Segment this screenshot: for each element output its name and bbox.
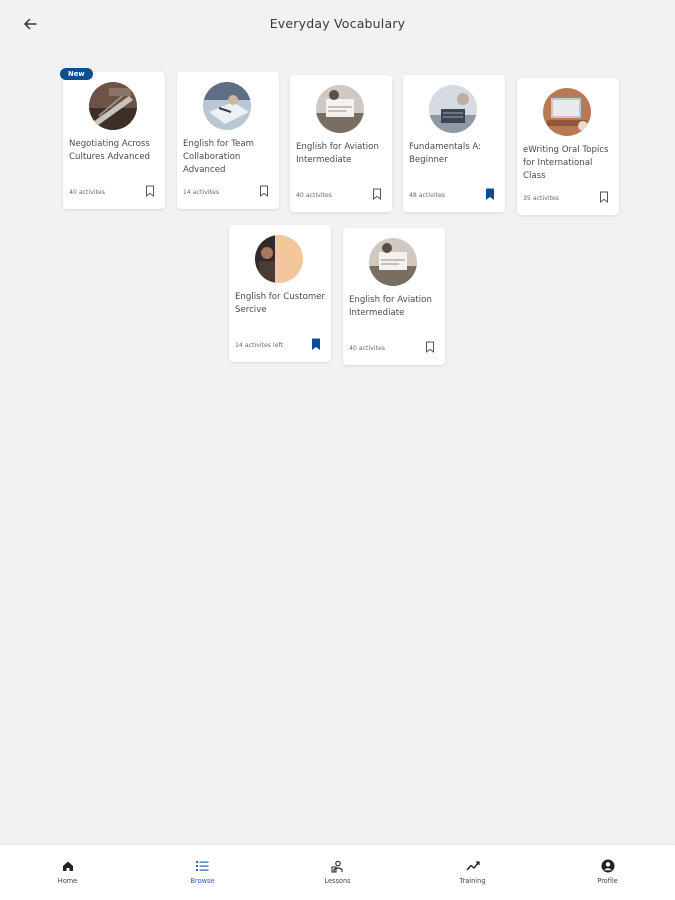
nav-home[interactable]: Home [0, 845, 135, 900]
course-thumbnail [203, 82, 251, 130]
nav-profile[interactable]: Profile [540, 845, 675, 900]
home-icon [61, 859, 75, 873]
new-badge: New [60, 68, 93, 80]
nav-label: Profile [597, 877, 618, 885]
nav-browse[interactable]: Browse [135, 845, 270, 900]
course-card[interactable]: English for Team Collaboration Advanced … [177, 72, 279, 209]
course-title: English for Aviation Intermediate [296, 142, 379, 165]
course-thumbnail [316, 85, 364, 133]
activity-count: 14 activites left [235, 342, 284, 349]
bookmark-icon[interactable] [145, 185, 155, 197]
profile-icon [601, 859, 615, 873]
course-thumbnail [543, 88, 591, 136]
course-title: Fundamentals A: Beginner [409, 142, 482, 165]
activity-count: 48 activites [409, 192, 446, 199]
course-card[interactable]: eWriting Oral Topics for International C… [517, 78, 619, 215]
activity-count: 35 activites [523, 195, 560, 202]
activity-count: 40 activites [296, 192, 333, 199]
bookmark-icon[interactable] [425, 341, 435, 353]
list-icon [196, 859, 210, 873]
course-card[interactable]: English for Customer Sercive 14 activite… [229, 225, 331, 362]
bottom-navigation: Home Browse Lessons Training Profile [0, 845, 675, 900]
activity-count: 14 activites [183, 189, 220, 196]
top-bar: Everyday Vocabulary [0, 0, 675, 48]
bookmark-icon[interactable] [372, 188, 382, 200]
course-thumbnail [255, 235, 303, 283]
course-title: eWriting Oral Topics for International C… [523, 145, 609, 181]
course-card[interactable]: Fundamentals A: Beginner 48 activites [403, 75, 505, 212]
course-title: English for Aviation Intermediate [349, 295, 432, 318]
course-title: Negotiating Across Cultures Advanced [69, 139, 150, 162]
course-thumbnail [89, 82, 137, 130]
nav-training[interactable]: Training [405, 845, 540, 900]
nav-label: Training [459, 877, 486, 885]
course-card[interactable]: New Negotiating Across Cultures Advanced… [60, 68, 165, 209]
activity-count: 40 activites [349, 345, 386, 352]
course-card[interactable]: English for Aviation Intermediate 40 act… [343, 228, 445, 365]
nav-label: Lessons [324, 877, 351, 885]
lessons-icon [331, 859, 345, 873]
course-title: English for Team Collaboration Advanced [183, 139, 255, 175]
bookmark-icon[interactable] [599, 191, 609, 203]
page-title: Everyday Vocabulary [269, 16, 406, 31]
bookmark-filled-icon[interactable] [485, 188, 495, 200]
course-thumbnail [429, 85, 477, 133]
bookmark-icon[interactable] [259, 185, 269, 197]
nav-label: Home [57, 877, 78, 885]
trend-icon [465, 859, 480, 873]
course-card[interactable]: English for Aviation Intermediate 40 act… [290, 75, 392, 212]
bookmark-filled-icon[interactable] [311, 338, 321, 350]
nav-lessons[interactable]: Lessons [270, 845, 405, 900]
activity-count: 40 activites [69, 189, 106, 196]
course-title: English for Customer Sercive [235, 292, 326, 315]
nav-label: Browse [190, 877, 215, 885]
course-thumbnail [369, 238, 417, 286]
